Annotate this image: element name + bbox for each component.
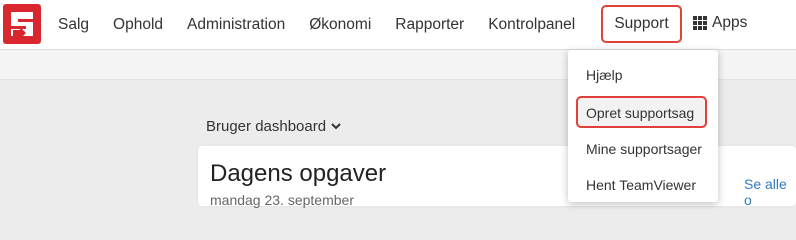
- menu-item-opret-supportsag[interactable]: Opret supportsag: [586, 105, 694, 121]
- menu-item-mine-supportsager[interactable]: Mine supportsager: [586, 141, 702, 157]
- company-logo[interactable]: [3, 4, 41, 44]
- dashboard-selector-label: Bruger dashboard: [206, 118, 327, 135]
- menu-item-hent-teamviewer[interactable]: Hent TeamViewer: [586, 177, 696, 193]
- nav-item-administration[interactable]: Administration: [187, 16, 285, 34]
- apps-label: Apps: [712, 14, 748, 31]
- nav-item-rapporter[interactable]: Rapporter: [395, 16, 464, 34]
- nav-item-ophold[interactable]: Ophold: [113, 16, 163, 34]
- card-title: Dagens opgaver: [210, 160, 387, 187]
- chevron-down-icon: [331, 121, 341, 133]
- nav-item-kontrolpanel[interactable]: Kontrolpanel: [488, 16, 575, 34]
- card-date: mandag 23. september: [210, 192, 354, 208]
- menu-item-hjaelp[interactable]: Hjælp: [586, 67, 623, 83]
- nav-item-salg[interactable]: Salg: [58, 16, 89, 34]
- grid-icon: [693, 16, 707, 30]
- see-all-link[interactable]: Se alle o: [744, 176, 796, 208]
- dashboard-selector[interactable]: Bruger dashboard: [206, 118, 341, 135]
- apps-menu[interactable]: Apps: [693, 14, 747, 32]
- main-menu: Salg Ophold Administration Økonomi Rappo…: [58, 0, 599, 50]
- nav-item-support[interactable]: Support: [601, 5, 682, 43]
- nav-item-okonomi[interactable]: Økonomi: [309, 16, 371, 34]
